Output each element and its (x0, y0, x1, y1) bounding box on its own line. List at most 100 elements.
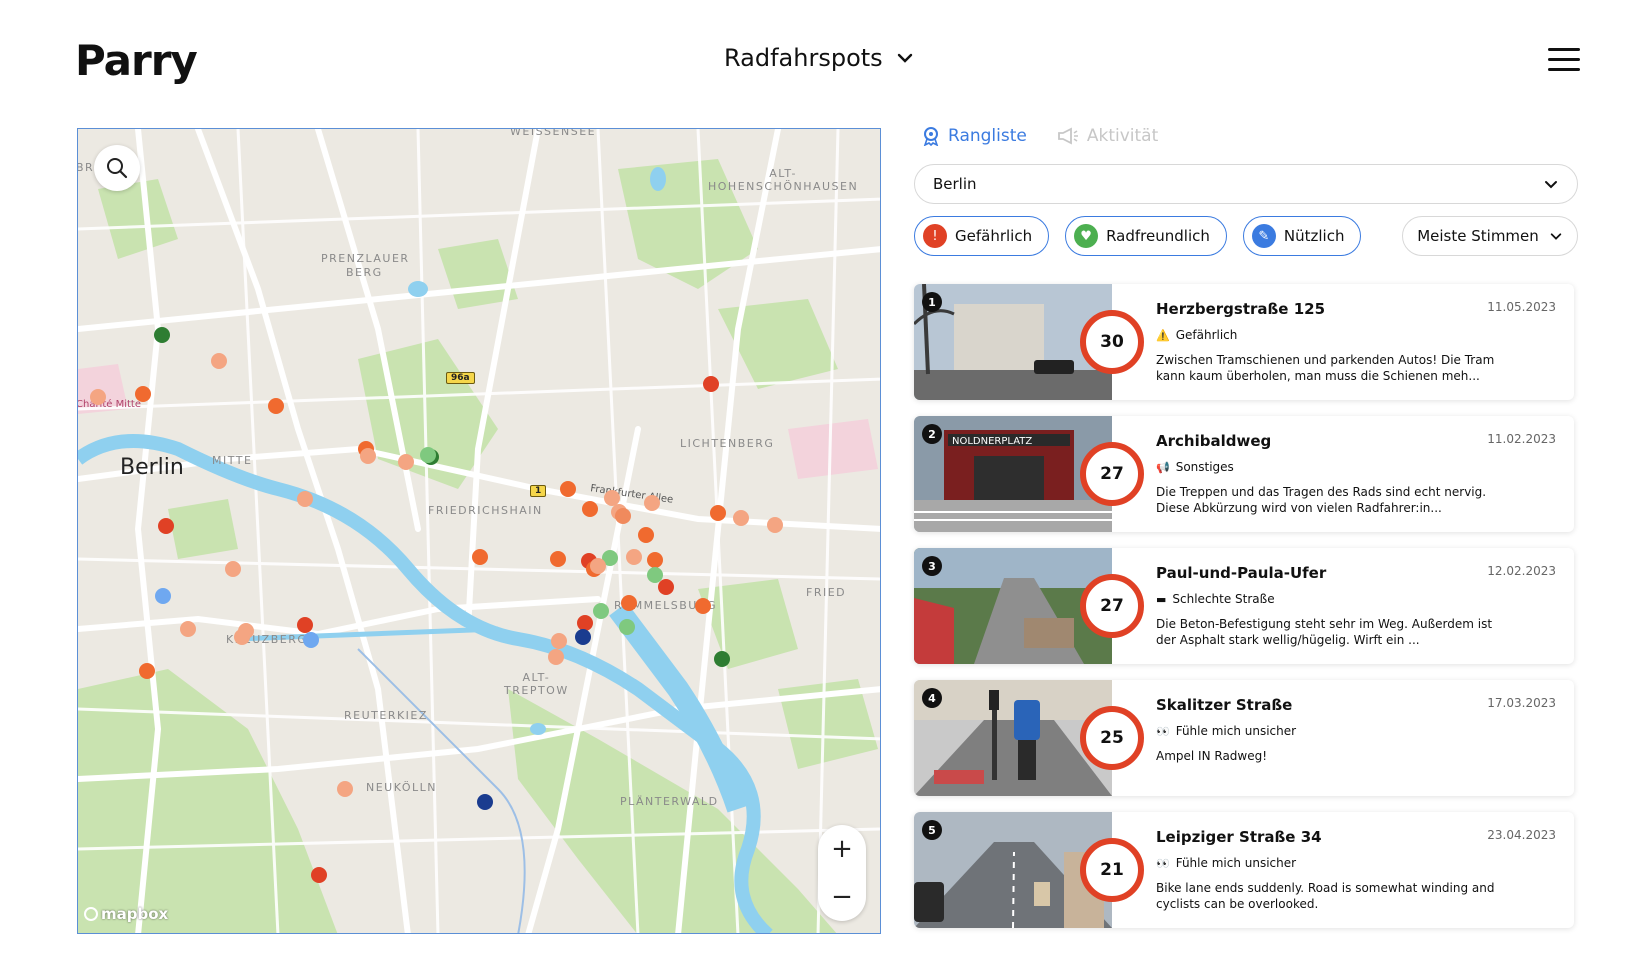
spot-description: Bike lane ends suddenly. Road is somewha… (1156, 881, 1495, 911)
spot-marker (297, 617, 313, 633)
spot-marker (158, 518, 174, 534)
spot-marker (560, 481, 576, 497)
rank-badge: 2 (922, 424, 942, 444)
danger-icon: ! (923, 224, 947, 248)
useful-icon: ✎ (1251, 224, 1276, 248)
tab-activity-label: Aktivität (1086, 126, 1159, 146)
spot-marker (638, 527, 654, 543)
spot-marker (303, 632, 319, 648)
spot-date: 12.02.2023 (1487, 564, 1556, 578)
spot-card[interactable]: 1 30 Herzbergstraße 125 11.05.2023 ⚠️ Ge… (914, 284, 1574, 400)
spot-description: Ampel IN Radweg! (1156, 749, 1268, 763)
zoom-in-button[interactable]: + (818, 825, 866, 873)
spot-markers (90, 327, 783, 883)
mapbox-logo-icon (84, 907, 98, 921)
tab-ranking[interactable]: Rangliste (922, 126, 1027, 146)
filter-useful[interactable]: ✎ Nützlich (1242, 216, 1362, 256)
map[interactable]: WEISSENSEE ALT- HOHENSCHÖNHAUSEN BRUNNEN… (77, 128, 881, 934)
spot-marker (90, 389, 106, 405)
spot-marker (548, 649, 564, 665)
spot-marker (297, 491, 313, 507)
spot-category: ▬ Schlechte Straße (1156, 592, 1275, 606)
spot-marker (360, 448, 376, 464)
chevron-down-icon (1550, 233, 1562, 240)
spot-marker (626, 549, 642, 565)
spot-name: Archibaldweg (1156, 432, 1272, 450)
spot-category-label: Fühle mich unsicher (1175, 724, 1297, 738)
spot-marker (139, 663, 155, 679)
spot-marker (154, 327, 170, 343)
vote-score: 27 (1080, 442, 1144, 506)
spot-marker (551, 633, 567, 649)
spot-card[interactable]: 4 25 Skalitzer Straße 17.03.2023 👀 Fühle… (914, 680, 1574, 796)
spot-category: 👀 Fühle mich unsicher (1156, 724, 1296, 738)
spot-description: Die Beton-Befestigung steht sehr im Weg.… (1156, 617, 1493, 647)
spot-marker (135, 386, 151, 402)
bike-friendly-icon: ♥ (1074, 224, 1099, 248)
spot-name: Herzbergstraße 125 (1156, 300, 1326, 318)
rank-badge: 4 (922, 688, 942, 708)
sort-select-value: Meiste Stimmen (1417, 227, 1539, 245)
spot-marker (619, 619, 635, 635)
chevron-down-icon (897, 53, 912, 63)
filter-bike-friendly[interactable]: ♥ Radfreundlich (1065, 216, 1227, 256)
spot-card[interactable]: 5 21 Leipziger Straße 34 23.04.2023 👀 Fü… (914, 812, 1574, 928)
spot-marker (615, 508, 631, 524)
spot-marker (703, 376, 719, 392)
filter-label: Radfreundlich (1106, 227, 1210, 245)
sort-select[interactable]: Meiste Stimmen (1402, 216, 1578, 256)
road-icon: ▬ (1156, 592, 1167, 606)
filter-label: Nützlich (1283, 227, 1345, 245)
zoom-control: + − (818, 825, 866, 921)
medal-icon (923, 127, 939, 146)
spot-marker (604, 490, 620, 506)
spot-marker (621, 595, 637, 611)
city-select[interactable]: Berlin (914, 164, 1578, 204)
spot-date: 17.03.2023 (1487, 696, 1556, 710)
spot-marker (644, 495, 660, 511)
spot-marker (211, 353, 227, 369)
spot-category-label: Schlechte Straße (1172, 592, 1275, 606)
spot-marker (710, 505, 726, 521)
spot-card[interactable]: NOLDNERPLATZ 2 27 Archibaldweg 11.02.202… (914, 416, 1574, 532)
filter-dangerous[interactable]: ! Gefährlich (914, 216, 1050, 256)
map-search-button[interactable] (94, 145, 140, 191)
spot-marker (582, 501, 598, 517)
warning-icon: ⚠️ (1156, 328, 1170, 342)
spot-card[interactable]: 3 27 Paul-und-Paula-Ufer 12.02.2023 ▬ Sc… (914, 548, 1574, 664)
mapbox-attribution[interactable]: mapbox (84, 905, 168, 923)
eyes-icon: 👀 (1156, 856, 1170, 870)
zoom-out-button[interactable]: − (818, 873, 866, 921)
tab-activity[interactable]: Aktivität (1057, 126, 1158, 146)
vote-score: 21 (1080, 838, 1144, 902)
vote-score: 30 (1080, 310, 1144, 374)
spot-marker (225, 561, 241, 577)
spot-category-label: Gefährlich (1175, 328, 1238, 342)
spot-marker (472, 549, 488, 565)
search-icon (107, 158, 128, 179)
page-title-dropdown[interactable]: Radfahrspots (724, 44, 915, 72)
megaphone-icon: 📢 (1156, 460, 1170, 474)
chevron-down-icon (1545, 181, 1557, 189)
spot-category: 📢 Sonstiges (1156, 460, 1234, 474)
category-filters: ! Gefährlich ♥ Radfreundlich ✎ Nützlich (914, 216, 1362, 256)
app-logo[interactable]: Parry (75, 36, 198, 85)
spot-category-label: Fühle mich unsicher (1175, 856, 1297, 870)
spot-marker (477, 794, 493, 810)
rank-badge: 1 (922, 292, 942, 312)
tab-bar: Rangliste Aktivität (922, 126, 1158, 146)
spot-marker (658, 579, 674, 595)
spot-date: 11.02.2023 (1487, 432, 1556, 446)
spot-marker (647, 567, 663, 583)
spot-marker (647, 552, 663, 568)
spot-list: 1 30 Herzbergstraße 125 11.05.2023 ⚠️ Ge… (914, 284, 1574, 944)
spot-marker (590, 558, 606, 574)
page-title: Radfahrspots (724, 44, 883, 72)
eyes-icon: 👀 (1156, 724, 1170, 738)
spot-category: 👀 Fühle mich unsicher (1156, 856, 1296, 870)
spot-marker (337, 781, 353, 797)
spot-name: Leipziger Straße 34 (1156, 828, 1322, 846)
spot-marker (268, 398, 284, 414)
spot-marker (234, 629, 250, 645)
menu-icon[interactable] (1548, 48, 1580, 72)
